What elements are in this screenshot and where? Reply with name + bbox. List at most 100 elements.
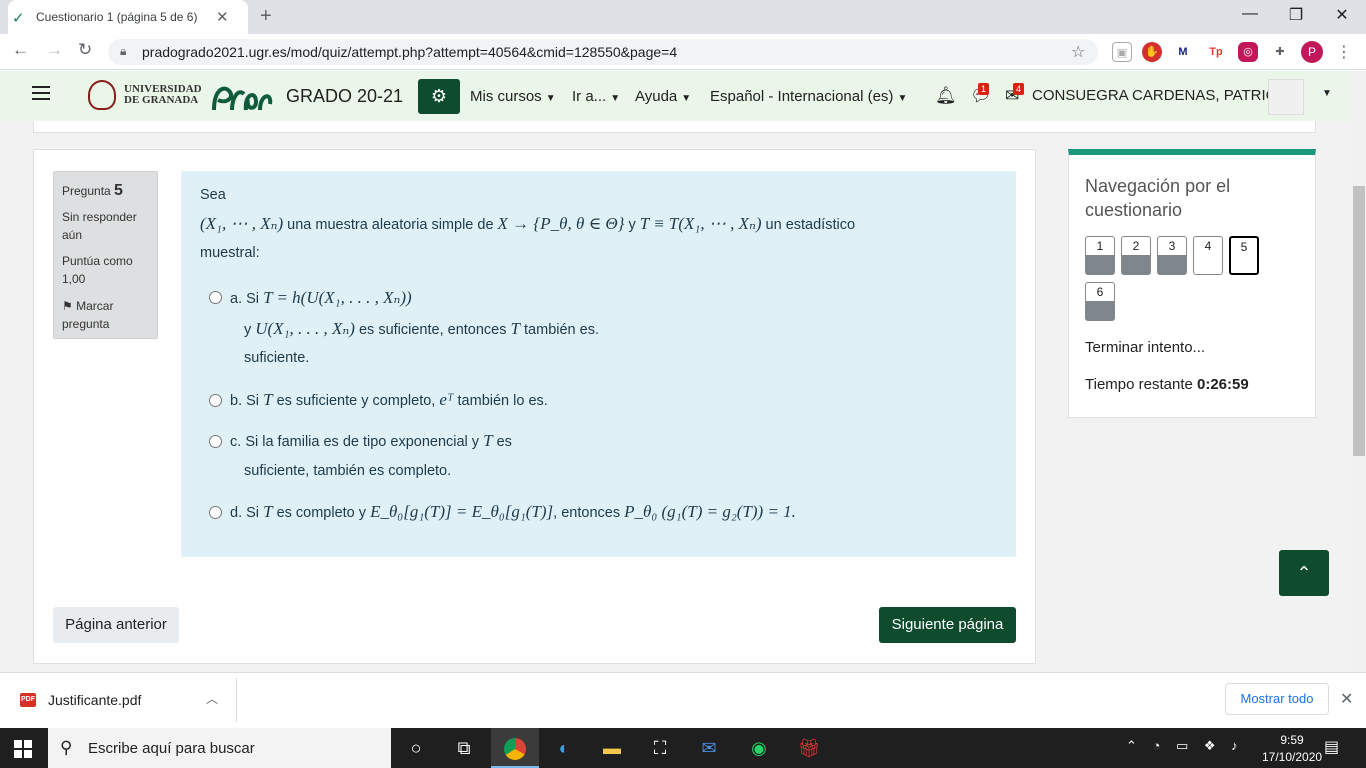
menu-mis-cursos[interactable]: Mis cursos ▼ <box>470 88 556 105</box>
taskbar-search-placeholder: Escribe aquí para buscar <box>88 740 255 757</box>
extension-icon[interactable]: ▣ <box>1112 42 1132 62</box>
math-model: X → {P_θ, θ ∈ Θ} <box>497 214 625 233</box>
option-d-radio[interactable] <box>209 506 222 519</box>
marks-line1: Puntúa como <box>62 254 133 268</box>
restore-icon[interactable]: ❐ <box>1276 5 1316 25</box>
math-option-d1: T <box>263 502 273 521</box>
windows-start-icon[interactable] <box>14 740 32 758</box>
quiz-nav-question-4[interactable]: 4 <box>1193 236 1223 275</box>
clock-date[interactable]: 17/10/2020 <box>1262 750 1322 764</box>
instagram-extension-icon[interactable]: ◎ <box>1238 42 1258 62</box>
question-label: Pregunta <box>62 184 111 198</box>
gift-app-icon[interactable]: 🎁︎ <box>786 728 832 768</box>
bookmark-star-icon[interactable]: ☆ <box>1071 42 1085 62</box>
question-status: Sin responder aún <box>62 208 137 244</box>
option-c-radio[interactable] <box>209 435 222 448</box>
option-a-line3[interactable]: suficiente. <box>244 350 309 366</box>
user-avatar[interactable] <box>1268 79 1304 115</box>
answered-fill <box>1122 255 1150 274</box>
whatsapp-icon[interactable]: ◉ <box>736 728 782 768</box>
flag-line1: Marcar <box>76 299 114 313</box>
file-explorer-icon[interactable]: ▬ <box>589 728 635 768</box>
status-line2: aún <box>62 228 83 242</box>
option-d-line1[interactable]: d. Si T es completo y E_θ₀[g₁(T)] = E_θ₀… <box>230 502 796 522</box>
math-option-d2: E_θ₀[g₁(T)] = E_θ₀[g₁(T)] <box>370 502 554 521</box>
task-view-icon[interactable]: ⧉ <box>441 728 487 768</box>
mail-app-icon[interactable]: ✉ <box>686 728 732 768</box>
quiz-nav-question-2[interactable]: 2 <box>1121 236 1151 275</box>
store-icon[interactable]: ⛶ <box>637 728 683 768</box>
option-a-line1[interactable]: a. Si T = h(U(X₁, . . . , Xₙ)) <box>230 288 412 308</box>
user-menu-caret-icon[interactable]: ▼ <box>1322 88 1332 99</box>
close-window-icon[interactable]: ✕ <box>1322 5 1362 25</box>
option-c-line2[interactable]: suficiente, también es completo. <box>244 463 451 479</box>
quiz-nav-question-6[interactable]: 6 <box>1085 282 1115 321</box>
new-tab-button[interactable]: + <box>260 5 272 28</box>
math-sample: (X₁, ⋯ , Xₙ) <box>200 214 284 233</box>
clock-time[interactable]: 9:59 <box>1268 733 1316 747</box>
back-icon[interactable]: ← <box>12 40 29 60</box>
url-text[interactable]: pradogrado2021.ugr.es/mod/quiz/attempt.p… <box>142 44 677 60</box>
profile-avatar-icon[interactable]: P <box>1301 41 1323 63</box>
tp-extension-icon[interactable]: Tp <box>1206 42 1226 62</box>
chrome-icon[interactable] <box>492 728 538 768</box>
prado-logo[interactable] <box>210 80 274 112</box>
flag-question-link[interactable]: ⚑ Marcar pregunta <box>62 297 113 333</box>
notifications-badge: 4 <box>1013 83 1024 95</box>
option-text: Si <box>246 505 260 521</box>
quiz-nav-question-5[interactable]: 5 <box>1229 236 1259 275</box>
menu-label: Ir a... <box>572 88 607 105</box>
back-to-top-icon[interactable]: ⌃ <box>1279 550 1329 596</box>
option-text: es completo y <box>276 505 367 521</box>
math-option-a1: T = h(U(X₁, . . . , Xₙ)) <box>263 288 412 307</box>
cortana-icon[interactable]: ○ <box>393 728 439 768</box>
menu-language[interactable]: Español - Internacional (es) ▼ <box>710 88 907 105</box>
edge-icon[interactable]: ◐ <box>541 728 587 768</box>
gears-icon[interactable]: ⚙ <box>418 79 460 114</box>
ugr-crest-logo <box>88 80 116 110</box>
caret-down-icon: ▼ <box>610 93 621 104</box>
close-tab-icon[interactable]: ✕ <box>216 8 229 26</box>
chevron-up-icon[interactable]: ︿ <box>206 690 218 707</box>
next-page-button[interactable]: Siguiente página <box>879 607 1016 643</box>
option-text: también es. <box>524 322 599 338</box>
minimize-icon[interactable]: — <box>1230 5 1270 23</box>
adblock-extension-icon[interactable]: ✋ <box>1142 42 1162 62</box>
status-line1: Sin responder <box>62 210 137 224</box>
header-card-edge <box>33 121 1316 133</box>
site-name[interactable]: GRADO 20-21 <box>286 86 403 107</box>
option-b-line1[interactable]: b. Si T es suficiente y completo, eᵀ tam… <box>230 390 548 410</box>
lock-icon[interactable]: 🔒︎ <box>120 44 126 59</box>
quiz-nav-question-1[interactable]: 1 <box>1085 236 1115 275</box>
finish-attempt-link[interactable]: Terminar intento... <box>1085 339 1205 356</box>
quiz-nav-question-3[interactable]: 3 <box>1157 236 1187 275</box>
show-all-downloads-button[interactable]: Mostrar todo <box>1225 683 1329 715</box>
chrome-menu-icon[interactable]: ⋮ <box>1336 42 1352 62</box>
question-info-box: Pregunta 5 Sin responder aún Puntúa como 1… <box>53 171 158 339</box>
option-text: , entonces <box>553 505 621 521</box>
bell-icon[interactable]: 🔔︎ <box>935 86 957 106</box>
math-option-b1: T <box>263 390 273 409</box>
scrollbar-thumb[interactable] <box>1353 186 1365 456</box>
previous-page-button[interactable]: Página anterior <box>53 607 179 643</box>
download-shelf <box>0 672 1366 728</box>
option-a-line2[interactable]: y U(X₁, . . . , Xₙ) es suficiente, enton… <box>244 319 599 339</box>
option-b-radio[interactable] <box>209 394 222 407</box>
hamburger-menu-icon[interactable] <box>32 86 50 100</box>
reload-icon[interactable]: ↻ <box>78 40 92 60</box>
download-file-name[interactable]: Justificante.pdf <box>48 692 141 708</box>
math-option-a3: T <box>510 319 520 338</box>
close-shelf-icon[interactable]: ✕ <box>1340 689 1353 709</box>
option-c-line1[interactable]: c. Si la familia es de tipo exponencial … <box>230 431 512 451</box>
user-name[interactable]: CONSUEGRA CARDENAS, PATRICIA <box>1032 87 1291 104</box>
menu-ayuda[interactable]: Ayuda ▼ <box>635 88 691 105</box>
m-extension-icon[interactable]: M <box>1173 42 1193 62</box>
option-a-radio[interactable] <box>209 291 222 304</box>
quiz-nav-label: 1 <box>1096 239 1104 253</box>
notification-center-icon[interactable]: ▤ <box>1324 737 1339 757</box>
ugr-logo-text[interactable]: UNIVERSIDAD DE GRANADA <box>124 84 202 106</box>
forward-icon[interactable]: → <box>46 40 63 60</box>
system-tray-icons[interactable]: ⌃ ◔ ▭ ❖ ♪ <box>1126 738 1244 754</box>
menu-ir-a[interactable]: Ir a... ▼ <box>572 88 620 105</box>
puzzle-extensions-icon[interactable]: ✚ <box>1270 42 1290 62</box>
